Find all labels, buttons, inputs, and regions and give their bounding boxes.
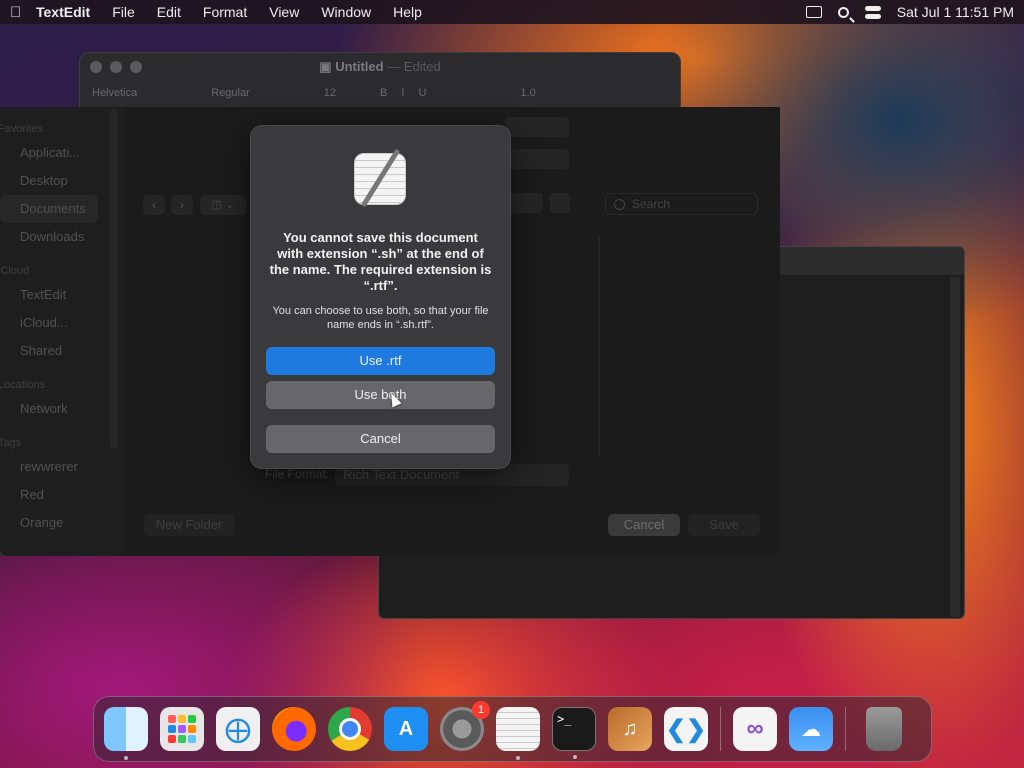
format-toolbar: Helvetica Regular 12 B I U 1.0	[92, 87, 536, 99]
system-settings-icon[interactable]: 1	[440, 701, 490, 751]
menu-file[interactable]: File	[112, 4, 135, 20]
font-family-select[interactable]: Helvetica	[92, 87, 137, 99]
vscode-icon[interactable]: ❮❯	[664, 707, 708, 751]
bold-button[interactable]: B	[380, 87, 387, 99]
underline-button[interactable]: U	[418, 87, 426, 99]
alert-message: You can choose to use both, so that your…	[272, 305, 489, 331]
extension-alert-dialog: You cannot save this document with exten…	[250, 125, 511, 469]
menu-view[interactable]: View	[269, 4, 299, 20]
trash-icon[interactable]	[866, 707, 902, 751]
firefox-icon[interactable]	[272, 707, 316, 751]
use-both-button[interactable]: Use both	[266, 381, 495, 409]
use-rtf-button[interactable]: Use .rtf	[266, 347, 495, 375]
launchpad-icon[interactable]	[160, 707, 204, 751]
apple-icon[interactable]: 	[10, 4, 36, 21]
textedit-window: ▣ Untitled — Edited Helvetica Regular 12…	[79, 52, 681, 112]
search-icon[interactable]	[837, 6, 849, 18]
terminal-icon[interactable]: >_	[552, 707, 596, 759]
font-style-select[interactable]: Regular	[211, 87, 250, 99]
window-title: ▣ Untitled — Edited	[319, 59, 441, 74]
safari-icon[interactable]: ⨁	[216, 707, 260, 751]
weather-icon[interactable]: ☁	[789, 707, 833, 751]
alert-cancel-button[interactable]: Cancel	[266, 425, 495, 453]
textedit-icon[interactable]	[496, 707, 540, 760]
dock-separator	[720, 707, 721, 751]
notification-badge: 1	[472, 701, 490, 719]
italic-button[interactable]: I	[401, 87, 404, 99]
chrome-icon[interactable]	[328, 707, 372, 751]
dock: ⨁ A 1 >_ ♫ ❮❯ ∞ ☁	[93, 696, 932, 762]
menu-clock[interactable]: Sat Jul 1 11:51 PM	[897, 4, 1014, 20]
textedit-document-icon	[354, 148, 408, 208]
finder-icon[interactable]	[104, 707, 148, 760]
menu-window[interactable]: Window	[321, 4, 371, 20]
document-icon: ▣	[319, 59, 332, 74]
menu-app-name[interactable]: TextEdit	[36, 4, 90, 20]
menu-help[interactable]: Help	[393, 4, 422, 20]
garageband-icon[interactable]: ♫	[608, 707, 652, 751]
line-spacing-select[interactable]: 1.0	[520, 87, 535, 99]
font-size-select[interactable]: 12	[324, 87, 336, 99]
document-scrollbar[interactable]	[950, 277, 960, 617]
dock-separator	[845, 707, 846, 751]
menu-format[interactable]: Format	[203, 4, 247, 20]
menu-bar:  TextEdit File Edit Format View Window …	[0, 0, 1024, 24]
alert-title: You cannot save this document with exten…	[269, 230, 492, 293]
control-center-icon[interactable]	[864, 5, 881, 19]
app-store-icon[interactable]: A	[384, 707, 428, 751]
menu-edit[interactable]: Edit	[157, 4, 181, 20]
visual-studio-icon[interactable]: ∞	[733, 707, 777, 751]
stage-manager-icon[interactable]	[805, 6, 822, 18]
